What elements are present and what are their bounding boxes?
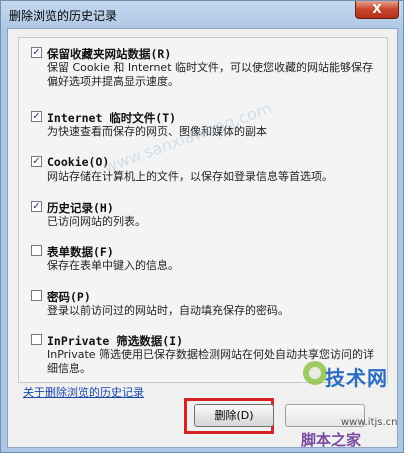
option-description: 已访问网站的列表。 [47,215,146,228]
watermark-site: www.itjs.cn [341,417,398,428]
option-title: 保留收藏夹网站数据(R) [47,47,172,61]
option-title: InPrivate 筛选数据(I) [47,334,184,348]
delete-history-dialog: 删除浏览的历史记录 X ✓ 保留收藏夹网站数据(R) 保留 Cookie 和 I… [0,0,404,453]
option-title: Internet 临时文件(T) [47,111,177,125]
watermark-jb51: 脚本之家 [301,431,362,449]
option-description: 保存在表单中键入的信息。 [47,259,179,272]
checkbox-history[interactable]: ✓ [31,201,42,212]
title-bar: 删除浏览的历史记录 X [1,1,404,27]
checkbox-preserve-favorites[interactable]: ✓ [31,47,42,58]
option-description: 保留 Cookie 和 Internet 临时文件，可以使您收藏的网站能够保存偏… [47,61,373,88]
option-description: 登录以前访问过的网站时，自动填充保存的密码。 [47,304,289,317]
close-button[interactable]: X [355,1,399,19]
delete-button[interactable]: 删除(D) [194,404,274,427]
checkbox-inprivate-filtering[interactable] [31,334,42,345]
option-title: 历史记录(H) [47,201,114,215]
option-title: 表单数据(F) [47,245,114,259]
watermark-brand: 技术网 [325,366,388,390]
option-description: 网站存储在计算机上的文件，以保存如登录信息等首选项。 [47,170,333,183]
dialog-title: 删除浏览的历史记录 [9,9,118,23]
option-title: Cookie(O) [47,155,110,169]
about-history-link[interactable]: 关于删除浏览的历史记录 [23,384,144,400]
option-title: 密码(P) [47,290,91,304]
checkbox-passwords[interactable] [31,290,42,301]
checkbox-temporary-files[interactable]: ✓ [31,111,42,122]
options-group: ✓ 保留收藏夹网站数据(R) 保留 Cookie 和 Internet 临时文件… [18,37,388,383]
option-description: 为快速查看而保存的网页、图像和媒体的副本 [47,125,267,138]
checkbox-form-data[interactable] [31,245,42,256]
checkbox-cookies[interactable]: ✓ [31,156,42,167]
